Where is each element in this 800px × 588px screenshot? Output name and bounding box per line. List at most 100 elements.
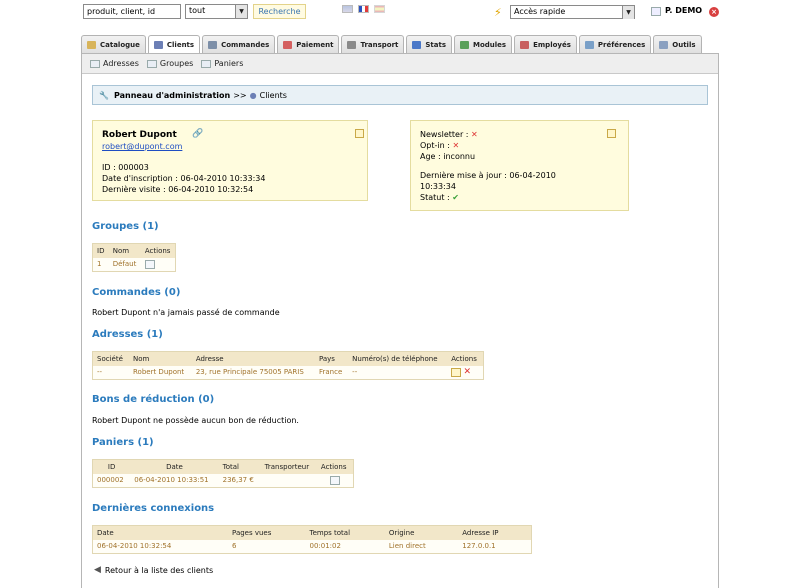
table-cell: 127.0.0.1 (458, 539, 532, 554)
tab-label: Préférences (597, 41, 646, 49)
addresses-title: Adresses (1) (92, 329, 163, 340)
search-input[interactable] (83, 4, 181, 19)
subnav-item-adresses[interactable]: Adresses (90, 59, 139, 68)
subnav-label: Groupes (159, 59, 194, 68)
table-cell: 06-04-2010 10:33:51 (130, 473, 219, 488)
newsletter-label: Newsletter : (420, 130, 469, 139)
edit-icon[interactable] (607, 129, 616, 138)
tab-preferences[interactable]: Préférences (578, 35, 652, 54)
table-cell: 236,37 € (218, 473, 261, 488)
edit-icon[interactable] (451, 367, 462, 377)
check-icon: ✔ (452, 193, 459, 202)
tab-icon (208, 41, 218, 49)
edit-icon[interactable] (355, 129, 364, 138)
quick-access-select[interactable]: Accès rapide ▼ (510, 5, 635, 19)
table-cell: 00:01:02 (305, 539, 385, 554)
tab-icon (87, 41, 96, 49)
tab-stats[interactable]: Stats (406, 35, 453, 54)
customer-email[interactable]: robert@dupont.com (102, 142, 182, 152)
main-tabs: Catalogue Clients Commandes Paiement Transpo… (81, 35, 704, 54)
status-label: Statut : (420, 193, 450, 202)
tab-icon (283, 41, 293, 49)
table-row[interactable]: 06-04-2010 10:32:54 6 00:01:02 Lien dire… (92, 539, 532, 554)
customer-last-visit: Dernière visite : 06-04-2010 10:32:54 (102, 185, 254, 194)
table-row[interactable]: -- Robert Dupont 23, rue Principale 7500… (92, 365, 484, 380)
cart-icon (201, 59, 212, 68)
column-header: Nom (108, 243, 141, 258)
table-row[interactable]: 000002 06-04-2010 10:33:51 236,37 € (92, 473, 354, 488)
table-header-row: ID Nom Actions (92, 243, 176, 258)
flag-en-icon[interactable] (342, 5, 353, 13)
connections-table: Date Pages vues Temps total Origine Adre… (92, 525, 532, 554)
last-update-time: 10:33:34 (420, 182, 456, 191)
tab-employes[interactable]: Employés (514, 35, 577, 54)
last-update-row: Dernière mise à jour : 06-04-2010 (420, 171, 556, 180)
flag-es-icon[interactable] (374, 5, 385, 13)
back-link-label: Retour à la liste des clients (104, 565, 214, 575)
subnav-item-groupes[interactable]: Groupes (146, 59, 194, 68)
column-header: Date (92, 525, 229, 540)
table-header-row: Date Pages vues Temps total Origine Adre… (92, 525, 532, 540)
subnav-item-paniers[interactable]: Paniers (201, 59, 243, 68)
column-header: ID (92, 459, 131, 474)
table-cell (140, 257, 176, 272)
breadcrumb-separator: >> (233, 90, 247, 100)
table-cell: -- (92, 365, 129, 380)
tab-catalogue[interactable]: Catalogue (81, 35, 146, 54)
optin-label: Opt-in : (420, 141, 450, 150)
chevron-down-icon: ▼ (622, 6, 634, 19)
carts-title: Paniers (1) (92, 437, 154, 448)
breadcrumb-root[interactable]: Panneau d'administration (114, 91, 230, 100)
flag-fr-icon[interactable] (358, 5, 369, 13)
magnifier-icon[interactable] (144, 259, 155, 269)
table-header-row: ID Date Total Transporteur Actions (92, 459, 354, 474)
tab-label: Modules (473, 41, 507, 49)
column-header: Pays (314, 351, 349, 366)
column-header: Pages vues (228, 525, 306, 540)
tab-transport[interactable]: Transport (341, 35, 405, 54)
tab-clients[interactable]: Clients (147, 35, 201, 54)
chevron-down-icon: ▼ (235, 5, 247, 18)
logout-icon[interactable]: × (709, 7, 719, 17)
magnifier-icon[interactable] (329, 475, 340, 485)
vouchers-title: Bons de réduction (0) (92, 394, 215, 405)
tab-icon (347, 41, 357, 49)
search-scope-select[interactable]: tout ▼ (185, 4, 248, 19)
tab-modules[interactable]: Modules (454, 35, 513, 54)
customer-name: Robert Dupont (102, 130, 177, 140)
table-row[interactable]: 1 Défaut (92, 257, 176, 272)
table-cell (316, 473, 354, 488)
vouchers-note: Robert Dupont ne possède aucun bon de ré… (92, 416, 299, 425)
column-header: Adresse IP (458, 525, 532, 540)
search-scope-value: tout (189, 6, 206, 15)
tab-icon (153, 41, 163, 49)
tab-paiement[interactable]: Paiement (277, 35, 340, 54)
tab-label: Commandes (221, 41, 270, 49)
customer-id: ID : 000003 (102, 163, 149, 172)
column-header: Date (130, 459, 219, 474)
search-button[interactable]: Recherche (253, 4, 306, 19)
status-row: Statut : ✔ (420, 193, 459, 203)
customer-card: Robert Dupont 🔗 robert@dupont.com ID : 0… (92, 120, 368, 201)
tab-icon (412, 41, 422, 49)
user-card-icon (651, 7, 661, 16)
column-header: Actions (140, 243, 176, 258)
delete-icon[interactable]: ✕ (464, 367, 472, 377)
column-header: ID (92, 243, 109, 258)
main-panel: Adresses Groupes Paniers 🔧 Panneau d'adm… (81, 53, 719, 588)
tab-icon (584, 41, 594, 49)
tab-icon (659, 41, 669, 49)
back-to-list-link[interactable]: ◀ Retour à la liste des clients (94, 565, 213, 575)
table-cell: Lien direct (384, 539, 459, 554)
table-cell: France (314, 365, 349, 380)
column-header: Actions (447, 351, 484, 366)
groups-title: Groupes (1) (92, 221, 159, 232)
column-header: Actions (316, 459, 354, 474)
table-cell: Défaut (108, 257, 141, 272)
table-cell: 6 (228, 539, 306, 554)
tab-outils[interactable]: Outils (653, 35, 702, 54)
subnav-label: Paniers (214, 59, 244, 68)
table-header-row: Société Nom Adresse Pays Numéro(s) de té… (92, 351, 484, 366)
tab-commandes[interactable]: Commandes (202, 35, 276, 54)
user-icon: ● (249, 90, 257, 100)
